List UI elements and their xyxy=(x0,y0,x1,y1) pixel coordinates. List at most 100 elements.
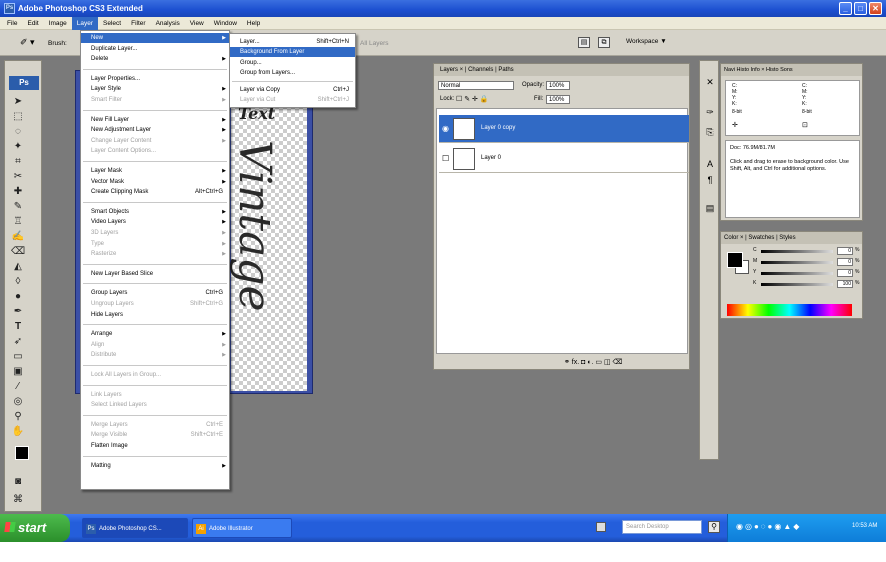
menu-analysis[interactable]: Analysis xyxy=(151,17,185,30)
menu-edit[interactable]: Edit xyxy=(22,17,43,30)
layers-panel-tabs[interactable]: Layers × | Channels | Paths xyxy=(434,64,689,76)
layer-menu-item[interactable]: Matting ▶ xyxy=(81,461,229,471)
taskbar-item-illustrator[interactable]: Ai Adobe Illustrator xyxy=(192,518,292,538)
path-selection-tool-icon[interactable]: ➶ xyxy=(11,335,25,349)
menu-view[interactable]: View xyxy=(185,17,209,30)
menu-help[interactable]: Help xyxy=(242,17,265,30)
layer-menu-item[interactable]: Arrange ▶ xyxy=(81,329,229,339)
hand-tool-icon[interactable]: ✋ xyxy=(11,425,25,439)
layer-menu-item[interactable]: New Adjustment Layer ▶ xyxy=(81,125,229,135)
minimize-button[interactable]: _ xyxy=(839,2,852,15)
taskbar-item-photoshop[interactable]: Ps Adobe Photoshop CS... xyxy=(82,518,188,538)
info-panel-tabs[interactable]: Navi Histo Info × Histo Sons xyxy=(721,64,862,76)
blend-mode-select[interactable]: Normal xyxy=(438,81,514,90)
menu-layer[interactable]: Layer xyxy=(71,16,99,30)
pen-tool-icon[interactable]: ✒ xyxy=(11,305,25,319)
crop-tool-icon[interactable]: ⌗ xyxy=(11,155,25,169)
eraser-tool-icon[interactable]: ⌫ xyxy=(11,245,25,259)
fill-field[interactable]: 100% xyxy=(546,95,570,104)
clone-stamp-tool-icon[interactable]: ♖ xyxy=(11,215,25,229)
layer-comps-icon[interactable]: ▤ xyxy=(703,201,717,215)
layer-menu-item[interactable]: New ▶ xyxy=(81,33,229,43)
layer-menu-item[interactable]: Hide Layers xyxy=(81,310,229,320)
screen-mode-icon[interactable]: ⌘ xyxy=(11,493,25,507)
magic-wand-tool-icon[interactable]: ✦ xyxy=(11,140,25,154)
tools-icon[interactable]: ✕ xyxy=(703,75,717,89)
layer-menu-item[interactable]: Delete ▶ xyxy=(81,54,229,64)
paragraph-icon[interactable]: ¶ xyxy=(703,173,717,187)
color-ramp[interactable] xyxy=(727,304,852,316)
shape-tool-icon[interactable]: ▭ xyxy=(11,350,25,364)
bridge-icon[interactable]: ⧉ xyxy=(598,37,610,48)
dodge-tool-icon[interactable]: ● xyxy=(11,290,25,304)
lasso-tool-icon[interactable]: ◌ xyxy=(11,125,25,139)
move-tool-icon[interactable]: ➤ xyxy=(11,95,25,109)
blur-tool-icon[interactable]: ◊ xyxy=(11,275,25,289)
channel-slider[interactable] xyxy=(761,250,833,253)
history-brush-tool-icon[interactable]: ✍ xyxy=(11,230,25,244)
slice-tool-icon[interactable]: ✂ xyxy=(11,170,25,184)
layer-menu-item[interactable]: Smart Objects ▶ xyxy=(81,207,229,217)
desktop-search-icon[interactable] xyxy=(596,522,606,532)
channel-slider[interactable] xyxy=(761,272,833,275)
layers-footer-icons[interactable]: ⚭ fx. ◘ ◐. ▭ ◫ ⌫ xyxy=(564,358,622,366)
menu-select[interactable]: Select xyxy=(98,17,126,30)
tray-icons[interactable]: ◉◎●◌●◉▲◆ xyxy=(736,522,801,531)
character-icon[interactable]: A xyxy=(703,157,717,171)
zoom-tool-icon[interactable]: ⚲ xyxy=(11,410,25,424)
menu-window[interactable]: Window xyxy=(209,17,242,30)
channel-slider[interactable] xyxy=(761,283,833,286)
new-submenu-item[interactable]: Group... xyxy=(230,58,355,68)
paint-bucket-tool-icon[interactable]: ◭ xyxy=(11,260,25,274)
channel-value-field[interactable]: 0 xyxy=(837,269,853,277)
3d-rotate-tool-icon[interactable]: ◎ xyxy=(11,395,25,409)
opacity-field[interactable]: 100% xyxy=(546,81,570,90)
new-submenu-item[interactable]: Layer... Shift+Ctrl+N xyxy=(230,37,355,47)
workspace-button[interactable]: Workspace ▼ xyxy=(626,38,667,45)
new-submenu-item[interactable]: Group from Layers... xyxy=(230,68,355,78)
eraser-tool-icon[interactable]: ✐ ▾ xyxy=(20,37,35,48)
layer-menu-item[interactable]: New Layer Based Slice xyxy=(81,269,229,279)
channel-slider[interactable] xyxy=(761,261,833,264)
notes-tool-icon[interactable]: ▣ xyxy=(11,365,25,379)
channel-value-field[interactable]: 0 xyxy=(837,258,853,266)
healing-brush-tool-icon[interactable]: ✚ xyxy=(11,185,25,199)
lock-icons[interactable]: ☐ ✎ ✛ 🔒 xyxy=(456,95,489,103)
new-submenu-item[interactable]: Layer via Copy Ctrl+J xyxy=(230,85,355,95)
layer-menu-item[interactable]: Create Clipping Mask Alt+Ctrl+G xyxy=(81,187,229,197)
layer-row[interactable]: ☐ Layer 0 xyxy=(439,145,689,173)
layer-menu-item[interactable]: Layer Mask ▶ xyxy=(81,166,229,176)
type-tool-icon[interactable]: T xyxy=(11,320,25,334)
quick-mask-icon[interactable]: ◙ xyxy=(11,475,25,489)
menu-file[interactable]: File xyxy=(2,17,22,30)
search-go-icon[interactable]: ⚲ xyxy=(708,521,720,533)
layer-menu-item[interactable]: Vector Mask ▶ xyxy=(81,177,229,187)
menu-filter[interactable]: Filter xyxy=(126,17,150,30)
channel-value-field[interactable]: 0 xyxy=(837,247,853,255)
channel-value-field[interactable]: 100 xyxy=(837,280,853,288)
layer-menu-item[interactable]: Layer Style ▶ xyxy=(81,84,229,94)
search-desktop-input[interactable]: Search Desktop xyxy=(622,520,702,534)
clone-source-icon[interactable]: ⎘ xyxy=(703,125,717,139)
new-submenu-item[interactable]: Background From Layer xyxy=(230,47,355,58)
file-browser-icon[interactable]: ▤ xyxy=(578,37,590,48)
menu-image[interactable]: Image xyxy=(44,17,72,30)
start-button[interactable]: start xyxy=(0,514,70,542)
brushes-icon[interactable]: ✑ xyxy=(703,105,717,119)
layer-menu-item[interactable]: Group Layers Ctrl+G xyxy=(81,288,229,298)
brush-tool-icon[interactable]: ✎ xyxy=(11,200,25,214)
eyedropper-tool-icon[interactable]: ⁄ xyxy=(11,380,25,394)
layer-menu-item[interactable]: Video Layers ▶ xyxy=(81,217,229,227)
eye-icon[interactable]: ☐ xyxy=(442,154,449,163)
foreground-color-swatch[interactable] xyxy=(15,446,29,460)
layer-menu-item[interactable]: Duplicate Layer... xyxy=(81,44,229,54)
maximize-button[interactable]: □ xyxy=(854,2,867,15)
marquee-tool-icon[interactable]: ⬚ xyxy=(11,110,25,124)
eye-icon[interactable]: ◉ xyxy=(442,124,449,133)
layer-menu-item[interactable]: Flatten Image xyxy=(81,441,229,451)
layer-menu-item[interactable]: New Fill Layer ▶ xyxy=(81,115,229,125)
foreground-color[interactable] xyxy=(727,252,743,268)
color-panel-tabs[interactable]: Color × | Swatches | Styles xyxy=(721,232,862,244)
close-button[interactable]: ✕ xyxy=(869,2,882,15)
layer-menu-item[interactable]: Layer Properties... xyxy=(81,74,229,84)
